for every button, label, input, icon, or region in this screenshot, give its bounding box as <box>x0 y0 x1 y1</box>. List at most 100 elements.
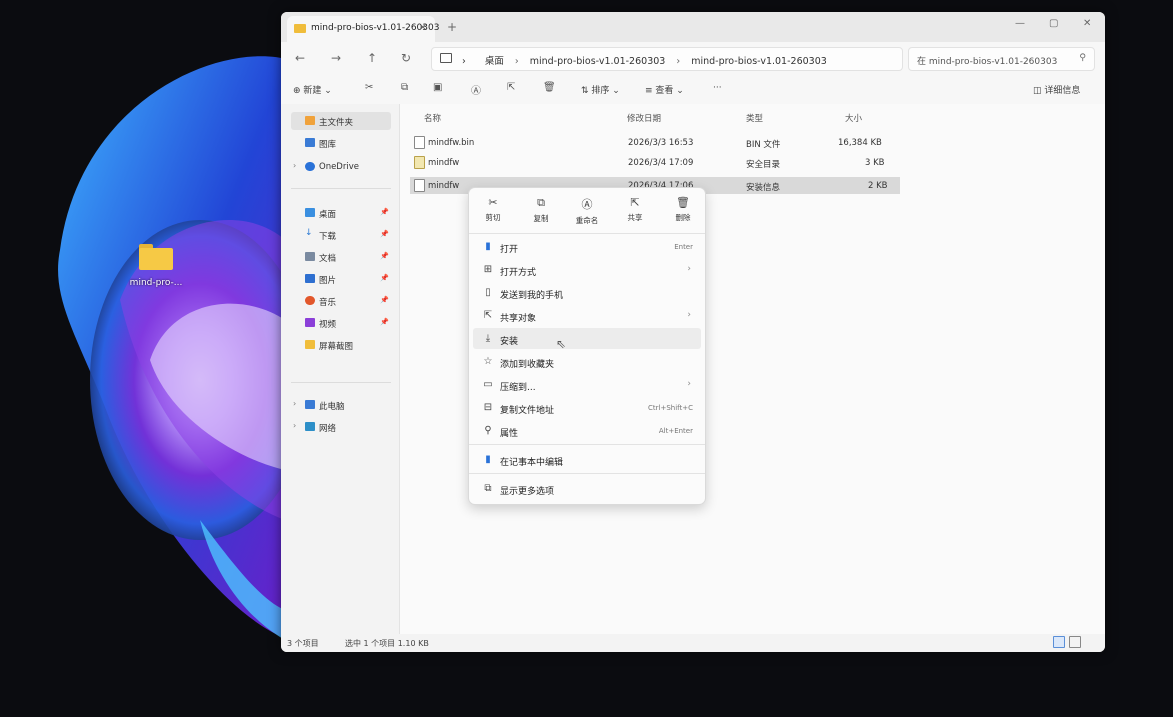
install-icon: ⤓ <box>485 333 491 344</box>
file-name: mindfw.bin <box>428 138 475 148</box>
pc-icon <box>440 53 452 63</box>
chevron-right-icon[interactable]: › <box>293 421 296 430</box>
file-name: mindfw <box>428 181 460 191</box>
file-row[interactable]: mindfw.bin 2026/3/3 16:53 BIN 文件 16,384 … <box>410 134 900 151</box>
sidebar-divider <box>291 188 391 189</box>
menu-item-share-to[interactable]: ⇱ 共享对象 › <box>473 305 701 326</box>
cut-icon: ✂ <box>488 196 498 209</box>
breadcrumb-desktop[interactable]: 桌面 <box>485 56 504 67</box>
sidebar-item-desktop[interactable]: 桌面 📌 <box>291 204 391 222</box>
sidebar-item-videos[interactable]: 视频 📌 <box>291 314 391 332</box>
copy-button[interactable]: ⧉ 复制 <box>521 196 561 224</box>
menu-item-install[interactable]: ⤓ 安装 <box>473 328 701 349</box>
back-button[interactable]: ← <box>295 51 305 65</box>
sidebar-item-documents[interactable]: 文档 📌 <box>291 248 391 266</box>
rename-icon[interactable]: Ⓐ <box>471 82 481 97</box>
column-header-date[interactable]: 修改日期 <box>627 112 661 124</box>
close-button[interactable]: ✕ <box>1083 18 1091 29</box>
desktop-icon <box>305 208 315 217</box>
item-count: 3 个项目 <box>287 639 319 648</box>
menu-divider <box>469 233 705 234</box>
breadcrumb-subfolder[interactable]: mind-pro-bios-v1.01-260303 <box>691 56 827 67</box>
forward-button[interactable]: → <box>331 51 341 65</box>
menu-item-more-options[interactable]: ⧉ 显示更多选项 <box>473 478 701 499</box>
sidebar-divider <box>291 382 391 383</box>
share-button[interactable]: ⇱ 共享 <box>615 196 655 223</box>
delete-icon[interactable]: 🗑 <box>543 82 556 93</box>
minimize-button[interactable]: — <box>1015 18 1025 29</box>
pin-icon: 📌 <box>380 252 389 260</box>
file-date: 2026/3/3 16:53 <box>628 138 694 148</box>
menu-item-compress[interactable]: ▭ 压缩到... › <box>473 374 701 395</box>
view-button[interactable]: ≡ 查看 ⌄ <box>645 83 684 96</box>
sidebar-item-onedrive[interactable]: › OneDrive <box>291 158 391 176</box>
chevron-right-icon[interactable]: › <box>293 399 296 408</box>
sidebar-item-pictures[interactable]: 图片 📌 <box>291 270 391 288</box>
menu-divider <box>469 444 705 445</box>
menu-item-properties[interactable]: ⚲ 属性 Alt+Enter <box>473 420 701 441</box>
cut-icon[interactable]: ✂ <box>365 82 373 93</box>
cut-button[interactable]: ✂ 剪切 <box>473 196 513 223</box>
tab-folder[interactable]: mind-pro-bios-v1.01-260303 × <box>287 16 439 42</box>
delete-icon: 🗑 <box>676 196 690 209</box>
tiles-view-icon[interactable] <box>1069 636 1081 648</box>
column-header-type[interactable]: 类型 <box>746 112 763 124</box>
details-view-icon[interactable] <box>1053 636 1065 648</box>
file-type: BIN 文件 <box>746 140 781 150</box>
file-name: mindfw <box>428 158 460 168</box>
delete-button[interactable]: 🗑 删除 <box>663 196 703 223</box>
menu-item-open[interactable]: ▮ 打开 Enter <box>473 236 701 257</box>
details-button[interactable]: ◫ 详细信息 <box>1033 83 1080 96</box>
music-icon <box>305 296 315 305</box>
new-button[interactable]: ⊕ 新建 ⌄ <box>293 83 332 96</box>
sidebar-item-network[interactable]: › 网络 <box>291 418 391 436</box>
pictures-icon <box>305 274 315 283</box>
refresh-button[interactable]: ↻ <box>401 51 411 65</box>
chevron-right-icon: › <box>687 310 691 320</box>
paste-icon[interactable]: ▣ <box>433 82 442 93</box>
rename-button[interactable]: Ⓐ 重命名 <box>567 196 607 226</box>
breadcrumb-separator: › <box>462 56 466 67</box>
chevron-right-icon[interactable]: › <box>293 161 296 170</box>
notepad-icon: ▮ <box>485 241 491 252</box>
file-size: 16,384 KB <box>838 138 882 148</box>
pin-icon: 📌 <box>380 274 389 282</box>
sidebar-item-downloads[interactable]: ↓ 下载 📌 <box>291 226 391 244</box>
menu-item-edit-notepad[interactable]: ▮ 在记事本中编辑 <box>473 449 701 470</box>
pin-icon: 📌 <box>380 208 389 216</box>
menu-item-send-to-phone[interactable]: ▯ 发送到我的手机 <box>473 282 701 303</box>
mouse-cursor-icon: ⇖ <box>556 337 567 351</box>
sidebar-item-screenshots[interactable]: 屏幕截图 <box>291 336 391 354</box>
setup-info-icon <box>414 179 425 192</box>
column-header-size[interactable]: 大小 <box>845 112 862 124</box>
address-bar[interactable]: › 桌面 › mind-pro-bios-v1.01-260303 › mind… <box>431 47 903 71</box>
sidebar-item-gallery[interactable]: 图库 <box>291 134 391 152</box>
share-icon[interactable]: ⇱ <box>507 82 515 93</box>
menu-item-copy-path[interactable]: ⊟ 复制文件地址 Ctrl+Shift+C <box>473 397 701 418</box>
file-row[interactable]: mindfw 2026/3/4 17:09 安全目录 3 KB <box>410 154 900 171</box>
search-placeholder: 在 mind-pro-bios-v1.01-260303 <box>917 57 1058 67</box>
copy-icon[interactable]: ⧉ <box>401 82 408 93</box>
maximize-button[interactable]: ▢ <box>1049 18 1058 29</box>
file-date: 2026/3/4 17:09 <box>628 158 694 168</box>
sidebar-item-music[interactable]: 音乐 📌 <box>291 292 391 310</box>
breadcrumb-folder[interactable]: mind-pro-bios-v1.01-260303 <box>530 56 666 67</box>
up-button[interactable]: ↑ <box>367 51 377 65</box>
menu-divider <box>469 473 705 474</box>
search-box[interactable]: 在 mind-pro-bios-v1.01-260303 ⚲ <box>908 47 1095 71</box>
tab-close-icon[interactable]: × <box>419 22 427 33</box>
column-header-name[interactable]: 名称 <box>424 112 441 124</box>
sidebar-item-home[interactable]: 主文件夹 <box>291 112 391 130</box>
more-button[interactable]: ··· <box>713 83 722 93</box>
sort-button[interactable]: ⇅ 排序 ⌄ <box>581 83 620 96</box>
new-tab-button[interactable]: + <box>447 20 457 34</box>
menu-item-open-with[interactable]: ⊞ 打开方式 › <box>473 259 701 280</box>
selection-info: 选中 1 个项目 1.10 KB <box>345 639 429 648</box>
home-icon <box>305 116 315 125</box>
sidebar-item-this-pc[interactable]: › 此电脑 <box>291 396 391 414</box>
file-type: 安全目录 <box>746 160 781 170</box>
network-icon <box>305 422 315 431</box>
file-type: 安装信息 <box>746 183 781 193</box>
menu-item-add-favorites[interactable]: ☆ 添加到收藏夹 <box>473 351 701 372</box>
desktop-folder-icon[interactable]: mind-pro-... <box>126 244 186 288</box>
